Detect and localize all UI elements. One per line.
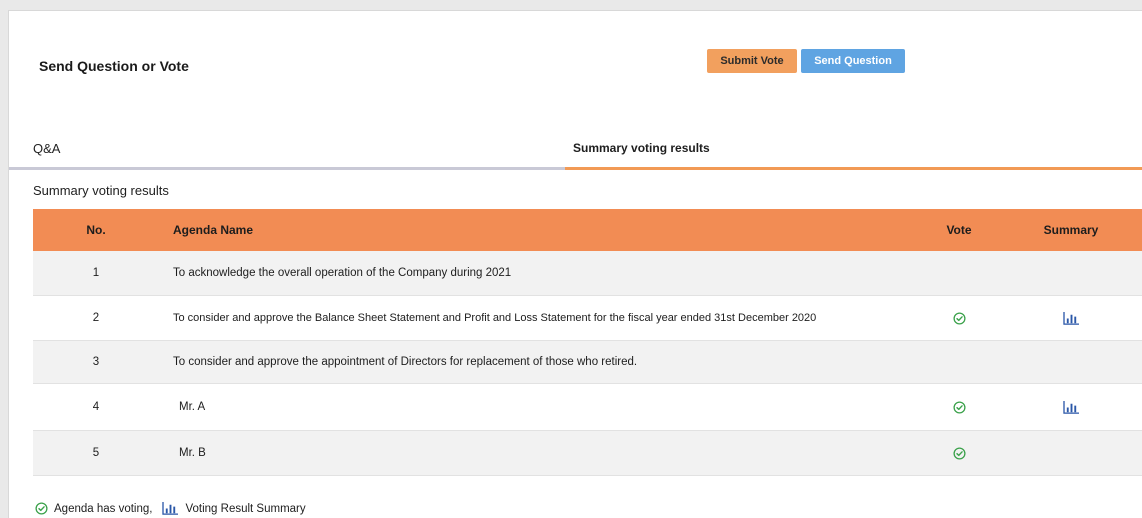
check-circle-icon[interactable] bbox=[952, 400, 966, 414]
tab-summary-voting-results[interactable]: Summary voting results bbox=[563, 129, 1142, 167]
column-header-summary: Summary bbox=[1043, 223, 1099, 237]
table-row: 5 Mr. B bbox=[33, 431, 1142, 476]
table-row: 4 Mr. A bbox=[33, 384, 1142, 431]
column-header-no: No. bbox=[86, 223, 106, 237]
vote-panel: Send Question or Vote Submit Vote Send Q… bbox=[8, 10, 1142, 518]
page-title: Send Question or Vote bbox=[39, 58, 189, 74]
table-row: 2 To consider and approve the Balance She… bbox=[33, 296, 1142, 341]
column-header-agenda: Agenda Name bbox=[173, 223, 254, 237]
bar-chart-icon bbox=[162, 501, 179, 516]
section-title: Summary voting results bbox=[33, 183, 169, 198]
tab-qa[interactable]: Q&A bbox=[33, 129, 563, 167]
check-circle-icon bbox=[35, 502, 48, 515]
bar-chart-icon[interactable] bbox=[1062, 400, 1080, 414]
row-number: 5 bbox=[92, 447, 100, 459]
voting-results-table: No. Agenda Name Vote Summary 1 To acknowl… bbox=[33, 209, 1142, 476]
table-row: 3 To consider and approve the appointment… bbox=[33, 341, 1142, 384]
table-body: 1 To acknowledge the overall operation of… bbox=[33, 251, 1142, 476]
submit-vote-button[interactable]: Submit Vote bbox=[707, 49, 797, 73]
column-header-vote: Vote bbox=[946, 223, 972, 237]
row-number: 2 bbox=[92, 312, 100, 324]
vote-cell bbox=[919, 400, 999, 414]
tab-bar: Q&A Summary voting results bbox=[9, 129, 1142, 170]
check-circle-icon[interactable] bbox=[952, 446, 966, 460]
row-number: 3 bbox=[92, 356, 100, 368]
summary-cell bbox=[999, 400, 1142, 415]
legend: Agenda has voting, Voting Result Summary bbox=[35, 501, 306, 516]
agenda-name: To acknowledge the overall operation of … bbox=[173, 267, 512, 279]
send-question-button[interactable]: Send Question bbox=[801, 49, 905, 73]
tab-underline-inactive bbox=[9, 167, 565, 170]
agenda-name: Mr. B bbox=[179, 447, 206, 459]
summary-cell bbox=[999, 311, 1142, 326]
bar-chart-icon[interactable] bbox=[1062, 311, 1080, 325]
legend-summary-label: Voting Result Summary bbox=[185, 502, 306, 515]
vote-cell bbox=[919, 311, 999, 325]
check-circle-icon[interactable] bbox=[952, 311, 966, 325]
legend-vote-label: Agenda has voting, bbox=[54, 502, 153, 515]
agenda-name: Mr. A bbox=[179, 401, 206, 413]
agenda-name: To consider and approve the Balance Shee… bbox=[173, 312, 817, 324]
vote-cell bbox=[919, 446, 999, 460]
agenda-name: To consider and approve the appointment … bbox=[173, 356, 638, 368]
tab-underline-active bbox=[565, 167, 1142, 170]
table-row: 1 To acknowledge the overall operation of… bbox=[33, 251, 1142, 296]
row-number: 1 bbox=[92, 267, 100, 279]
row-number: 4 bbox=[92, 401, 100, 413]
table-header: No. Agenda Name Vote Summary bbox=[33, 209, 1142, 251]
